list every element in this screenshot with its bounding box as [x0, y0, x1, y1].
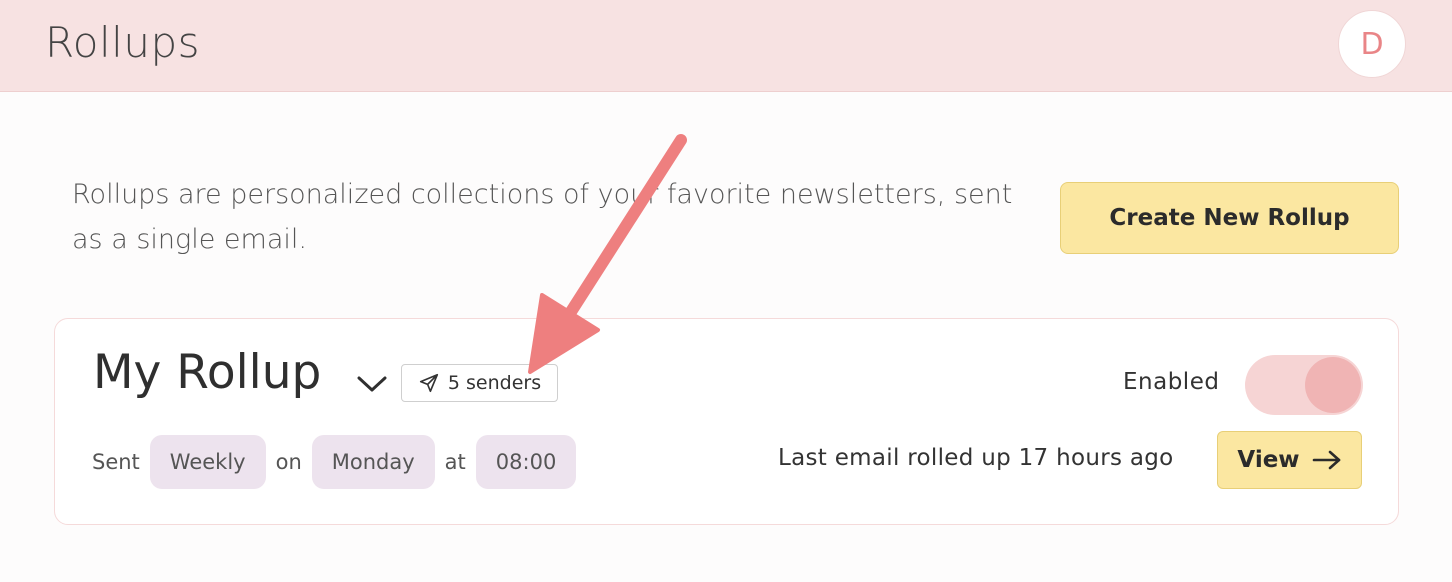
rollup-name: My Rollup	[93, 345, 322, 400]
chevron-down-icon[interactable]	[355, 373, 389, 395]
avatar[interactable]: D	[1338, 10, 1406, 78]
at-label: at	[444, 450, 466, 474]
create-new-rollup-button[interactable]: Create New Rollup	[1060, 182, 1399, 254]
senders-count: 5 senders	[447, 372, 542, 394]
sent-label: Sent	[92, 450, 140, 474]
top-bar: Rollups D	[0, 0, 1452, 92]
view-button[interactable]: View	[1217, 431, 1362, 489]
view-button-label: View	[1237, 447, 1300, 473]
day-select[interactable]: Monday	[311, 435, 435, 489]
enabled-toggle[interactable]	[1245, 355, 1363, 415]
schedule-row: Sent Weekly on Monday at 08:00	[92, 435, 577, 489]
send-icon	[419, 373, 438, 393]
intro-text: Rollups are personalized collections of …	[72, 179, 1013, 255]
page-title: Rollups	[45, 18, 200, 67]
toggle-knob	[1305, 357, 1361, 413]
senders-badge[interactable]: 5 senders	[401, 364, 558, 402]
time-select[interactable]: 08:00	[475, 435, 577, 489]
last-email-status: Last email rolled up 17 hours ago	[778, 445, 1174, 471]
enabled-label: Enabled	[1123, 369, 1220, 395]
rollup-card: My Rollup 5 senders Enabled Sent Weekly …	[54, 318, 1399, 525]
on-label: on	[275, 450, 302, 474]
frequency-select[interactable]: Weekly	[149, 435, 266, 489]
arrow-right-icon	[1312, 450, 1340, 470]
